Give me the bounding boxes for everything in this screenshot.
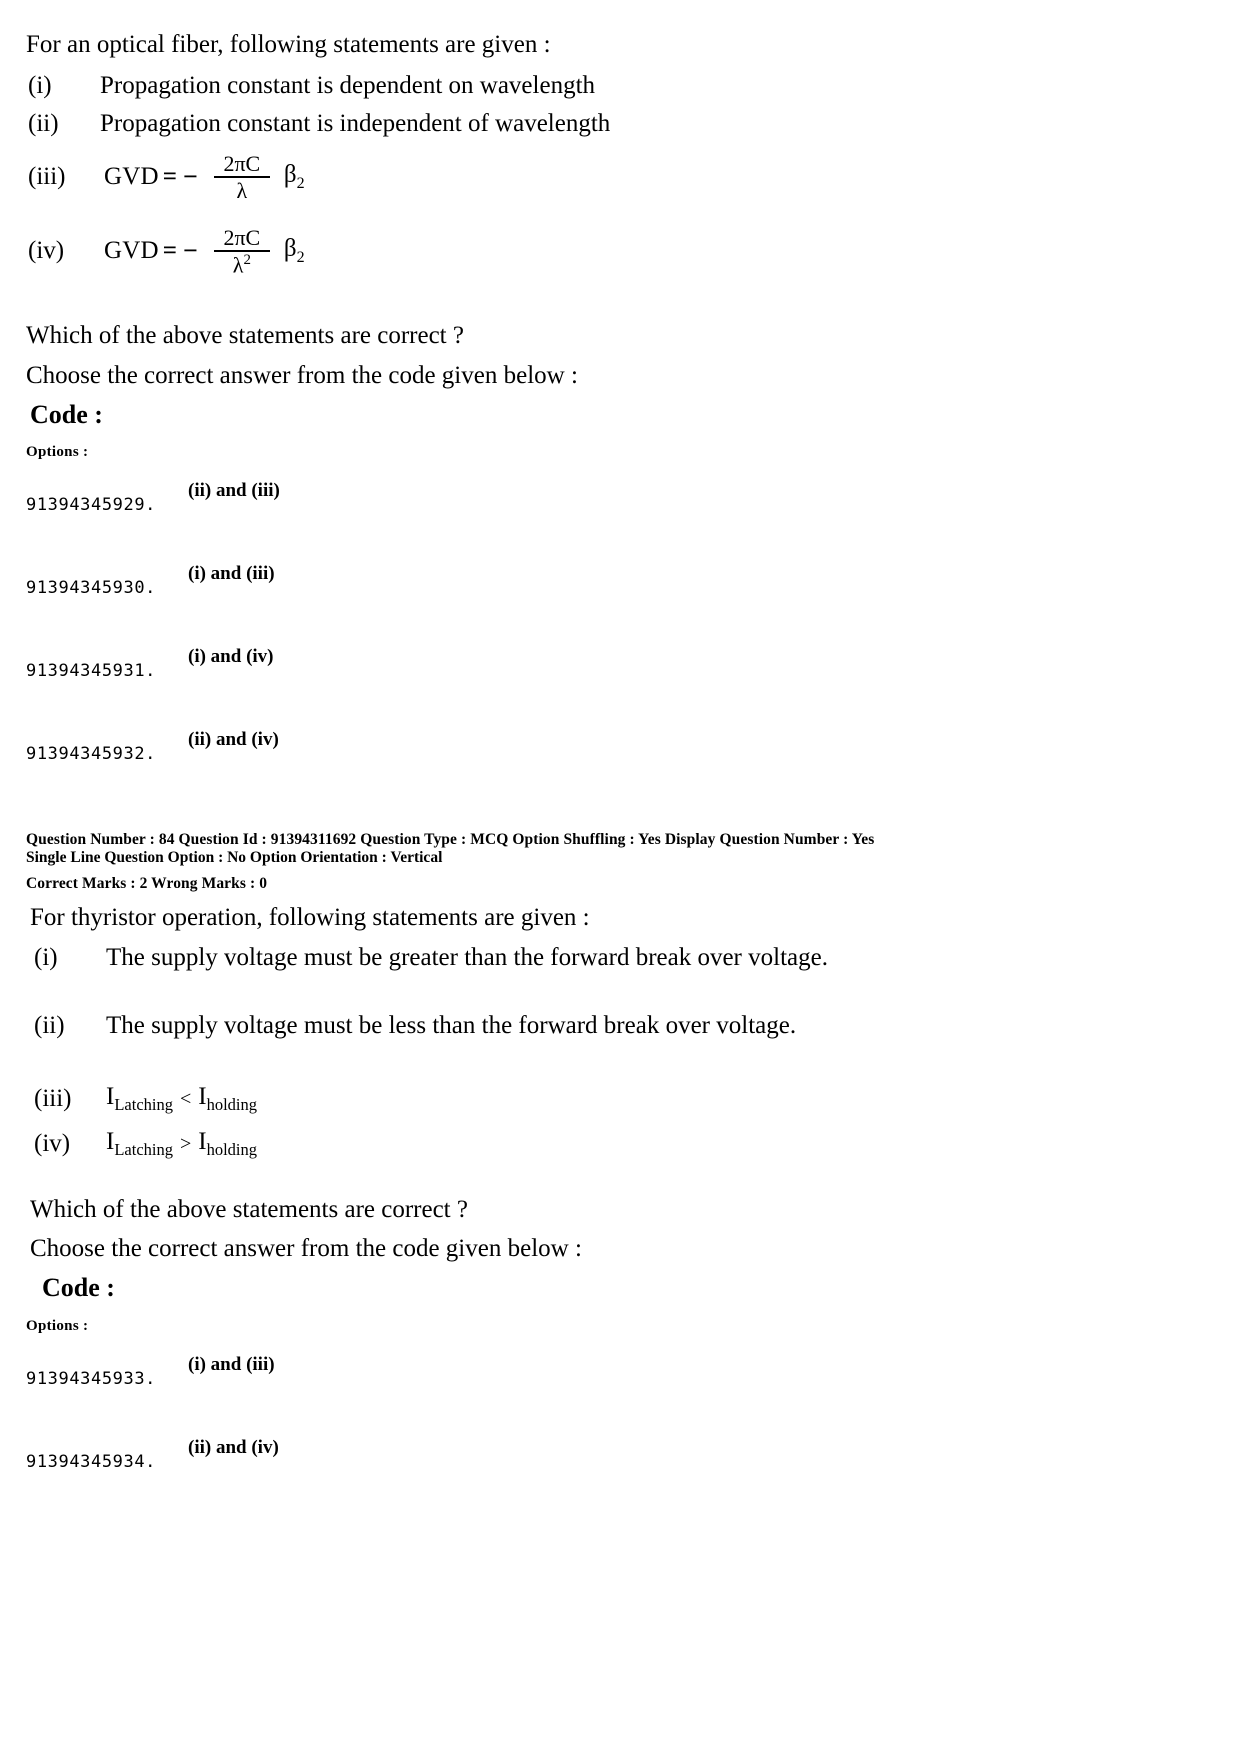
fraction-denominator-iv: λ2 xyxy=(230,252,254,276)
question-83-statement-ii: (ii) Propagation constant is independent… xyxy=(28,108,610,139)
formula-label-iv: (iv) xyxy=(28,237,65,265)
beta-symbol-iii: β2 xyxy=(284,161,305,193)
equals-sign-iii: = xyxy=(162,163,178,191)
lambda-glyph-iv: λ xyxy=(232,252,244,278)
lambda-exponent-iv: 2 xyxy=(243,252,251,269)
option-text: (ii) and (iv) xyxy=(188,729,279,750)
beta-symbol-iv: β2 xyxy=(284,235,305,267)
statement-text-ii: Propagation constant is independent of w… xyxy=(100,110,611,137)
holding-current-symbol-iv: Iholding xyxy=(198,1128,257,1160)
current-subscript-holding: holding xyxy=(206,1095,258,1114)
current-subscript-latching: Latching xyxy=(114,1095,173,1114)
question-83-intro: For an optical fiber, following statemen… xyxy=(26,31,551,58)
question-84-prompt-line-2: Choose the correct answer from the code … xyxy=(30,1235,582,1262)
question-84-statement-i: (i) The supply voltage must be greater t… xyxy=(34,942,866,973)
question-83-prompt-line-1: Which of the above statements are correc… xyxy=(26,322,464,349)
statement-label-i: (i) xyxy=(34,944,58,971)
latching-current-symbol-iii: ILatching xyxy=(106,1083,173,1115)
question-83-statement-i: (i) Propagation constant is dependent on… xyxy=(28,70,595,101)
question-84-meta-line-2: Single Line Question Option : No Option … xyxy=(26,849,443,866)
inequality-label-iv: (iv) xyxy=(34,1130,71,1157)
option-text: (i) and (iii) xyxy=(188,563,275,584)
current-glyph: I xyxy=(198,1083,207,1110)
option-id: 91394345934. xyxy=(26,1452,157,1472)
option-text: (ii) and (iii) xyxy=(188,480,280,501)
latching-current-symbol-iv: ILatching xyxy=(106,1128,173,1160)
holding-current-symbol-iii: Iholding xyxy=(198,1083,257,1115)
relational-operator-iv: > xyxy=(179,1132,192,1155)
beta-glyph-iv: β xyxy=(283,235,297,263)
fraction-iv: 2πC λ2 xyxy=(213,225,270,277)
current-subscript-latching: Latching xyxy=(114,1140,173,1159)
question-84-intro: For thyristor operation, following state… xyxy=(30,904,590,931)
question-84-code-label: Code : xyxy=(42,1273,115,1302)
fraction-iii: 2πC λ xyxy=(213,151,270,204)
beta-subscript-iii: 2 xyxy=(296,175,305,193)
gvd-lhs-iii: GVD xyxy=(104,163,159,191)
option-id: 91394345931. xyxy=(26,661,157,681)
minus-sign-iv: − xyxy=(183,236,198,266)
question-84-inequality-iii: (iii) ILatching < Iholding xyxy=(34,1083,257,1115)
option-id: 91394345929. xyxy=(26,495,157,515)
option-id: 91394345930. xyxy=(26,578,157,598)
equals-sign-iv: = xyxy=(162,237,178,265)
fraction-numerator-iv: 2πC xyxy=(223,225,261,250)
beta-glyph-iii: β xyxy=(283,161,297,189)
option-id: 91394345933. xyxy=(26,1369,157,1389)
statement-text-i: Propagation constant is dependent on wav… xyxy=(100,72,596,99)
statement-label-ii: (ii) xyxy=(28,110,59,137)
current-subscript-holding: holding xyxy=(206,1140,258,1159)
beta-subscript-iv: 2 xyxy=(296,249,305,267)
statement-text-i: The supply voltage must be greater than … xyxy=(106,944,828,971)
question-83-options-label: Options : xyxy=(26,444,89,460)
question-84-prompt-line-1: Which of the above statements are correc… xyxy=(30,1196,468,1223)
question-83-formula-iii: (iii) GVD = − 2πC λ β2 xyxy=(28,152,305,202)
option-id: 91394345932. xyxy=(26,744,157,764)
current-glyph: I xyxy=(198,1128,207,1155)
statement-label-ii: (ii) xyxy=(34,1012,65,1039)
exam-paper-page: For an optical fiber, following statemen… xyxy=(0,0,1240,1754)
statement-label-i: (i) xyxy=(28,72,52,99)
inequality-label-iii: (iii) xyxy=(34,1085,72,1112)
relational-operator-iii: < xyxy=(179,1087,192,1110)
question-83-formula-iv: (iv) GVD = − 2πC λ2 β2 xyxy=(28,226,305,277)
fraction-denominator-iii: λ xyxy=(236,178,248,204)
option-text: (i) and (iv) xyxy=(188,646,274,667)
question-84-meta-line-1: Question Number : 84 Question Id : 91394… xyxy=(26,831,875,848)
option-text: (ii) and (iv) xyxy=(188,1437,279,1458)
question-84-marks: Correct Marks : 2 Wrong Marks : 0 xyxy=(26,875,268,892)
question-84-statement-ii: (ii) The supply voltage must be less tha… xyxy=(34,1010,866,1041)
statement-text-ii: The supply voltage must be less than the… xyxy=(106,1012,797,1039)
fraction-numerator-iii: 2πC xyxy=(223,151,261,176)
option-text: (i) and (iii) xyxy=(188,1354,275,1375)
formula-label-iii: (iii) xyxy=(28,163,66,191)
minus-sign-iii: − xyxy=(183,162,198,192)
question-83-code-label: Code : xyxy=(30,400,103,429)
question-84-options-label: Options : xyxy=(26,1318,89,1334)
gvd-lhs-iv: GVD xyxy=(104,237,159,265)
question-84-inequality-iv: (iv) ILatching > Iholding xyxy=(34,1128,257,1160)
question-83-prompt-line-2: Choose the correct answer from the code … xyxy=(26,362,578,389)
